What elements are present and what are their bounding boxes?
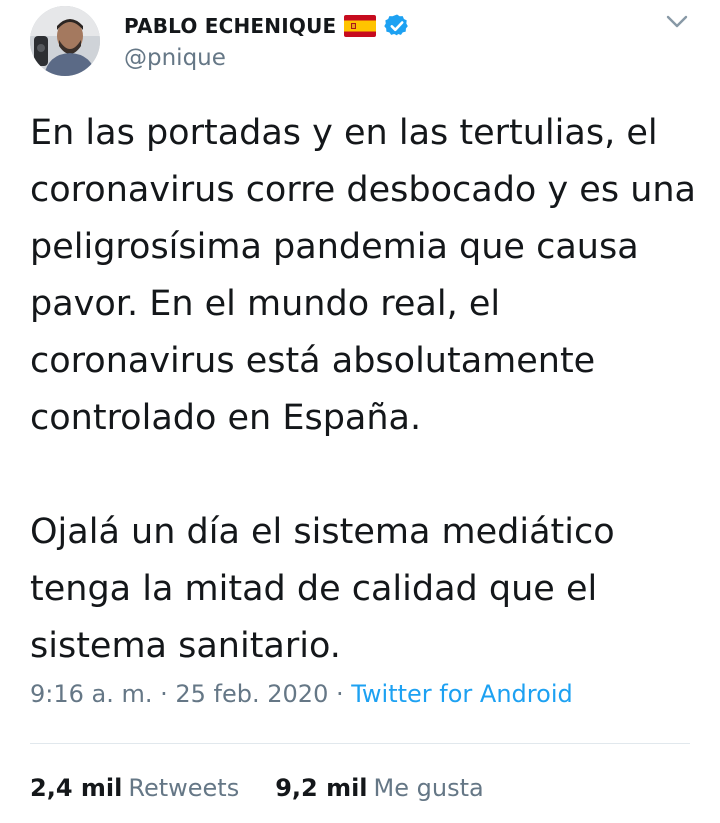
author-handle[interactable]: @pnique (124, 45, 226, 71)
spain-flag-icon (344, 15, 377, 37)
tweet-meta: 9:16 a. m. · 25 feb. 2020 · Twitter for … (30, 680, 573, 708)
likes-stat[interactable]: 9,2 mil Me gusta (275, 774, 484, 802)
author-name-row[interactable]: PABLO ECHENIQUE (124, 11, 410, 41)
chevron-down-icon[interactable] (664, 10, 690, 32)
retweets-stat[interactable]: 2,4 mil Retweets (30, 774, 239, 802)
tweet-time[interactable]: 9:16 a. m. (30, 680, 153, 708)
author-display-name[interactable]: PABLO ECHENIQUE (124, 14, 336, 38)
tweet-source-link[interactable]: Twitter for Android (351, 680, 572, 708)
tweet-stats: 2,4 mil Retweets 9,2 mil Me gusta (30, 774, 484, 802)
retweets-label: Retweets (128, 774, 240, 802)
meta-separator: · (152, 680, 176, 708)
meta-separator: · (328, 680, 352, 708)
divider (30, 743, 690, 744)
avatar-photo (30, 6, 100, 76)
tweet-date[interactable]: 25 feb. 2020 (175, 680, 328, 708)
likes-count: 9,2 mil (275, 774, 368, 802)
tweet-paragraph: Ojalá un día el sistema mediático tenga … (30, 512, 615, 666)
tweet-text: En las portadas y en las tertulias, el c… (30, 105, 700, 675)
avatar[interactable] (30, 6, 100, 76)
retweets-count: 2,4 mil (30, 774, 123, 802)
tweet-paragraph: En las portadas y en las tertulias, el c… (30, 113, 697, 438)
verified-icon (384, 13, 410, 39)
likes-label: Me gusta (373, 774, 484, 802)
